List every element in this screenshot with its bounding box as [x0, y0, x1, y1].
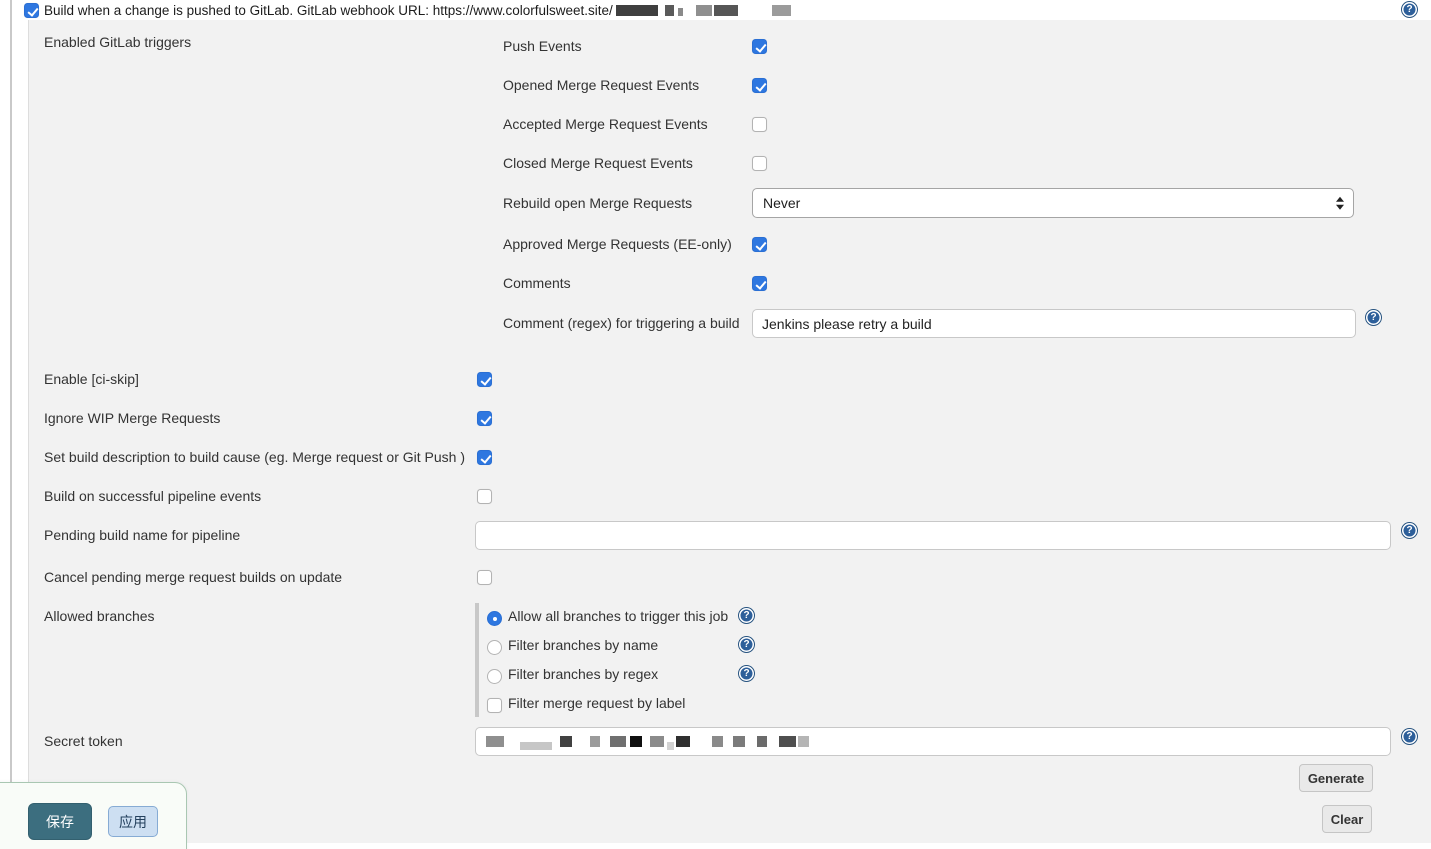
filter-mr-by-label-checkbox[interactable]	[487, 698, 502, 713]
comments-label: Comments	[503, 275, 571, 292]
push-events-label: Push Events	[503, 38, 582, 55]
secret-token-label: Secret token	[44, 733, 123, 750]
enable-ci-skip-label: Enable [ci-skip]	[44, 371, 139, 388]
filter-mr-by-label-label: Filter merge request by label	[508, 695, 685, 712]
trigger-settings-panel	[28, 20, 1431, 843]
build-when-pushed-checkbox[interactable]	[24, 3, 39, 18]
rebuild-open-mr-select[interactable]: Never	[752, 188, 1354, 218]
rebuild-open-mr-selected-value: Never	[763, 195, 800, 211]
help-icon[interactable]	[1402, 523, 1417, 538]
approved-mr-label: Approved Merge Requests (EE-only)	[503, 236, 732, 253]
closed-mr-events-label: Closed Merge Request Events	[503, 155, 693, 172]
help-icon[interactable]	[1366, 310, 1381, 325]
help-icon[interactable]	[739, 666, 754, 681]
filter-branches-by-name-label: Filter branches by name	[508, 637, 658, 654]
header-row: Build when a change is pushed to GitLab.…	[44, 0, 791, 20]
help-icon[interactable]	[1402, 2, 1417, 17]
enabled-triggers-label: Enabled GitLab triggers	[44, 34, 191, 51]
filter-branches-by-name-radio[interactable]	[487, 640, 502, 655]
comment-regex-label: Comment (regex) for triggering a build	[503, 315, 740, 332]
help-icon[interactable]	[739, 608, 754, 623]
help-icon[interactable]	[1402, 729, 1417, 744]
set-build-description-label: Set build description to build cause (eg…	[44, 449, 465, 466]
accepted-mr-events-checkbox[interactable]	[752, 117, 767, 132]
ignore-wip-mr-checkbox[interactable]	[477, 411, 492, 426]
select-stepper-icon	[1336, 197, 1344, 210]
pending-build-name-label: Pending build name for pipeline	[44, 527, 240, 544]
ignore-wip-mr-label: Ignore WIP Merge Requests	[44, 410, 220, 427]
allow-all-branches-radio[interactable]	[487, 611, 502, 626]
push-events-checkbox[interactable]	[752, 39, 767, 54]
filter-branches-by-regex-label: Filter branches by regex	[508, 666, 658, 683]
allow-all-branches-label: Allow all branches to trigger this job	[508, 608, 728, 625]
build-when-pushed-label: Build when a change is pushed to GitLab.…	[44, 3, 613, 18]
apply-button[interactable]: 应用	[108, 806, 158, 837]
redacted-token-segment	[486, 734, 809, 750]
allowed-branches-label: Allowed branches	[44, 608, 155, 625]
save-button[interactable]: 保存	[28, 803, 92, 840]
closed-mr-events-checkbox[interactable]	[752, 156, 767, 171]
accepted-mr-events-label: Accepted Merge Request Events	[503, 116, 708, 133]
set-build-description-checkbox[interactable]	[477, 450, 492, 465]
help-icon[interactable]	[739, 637, 754, 652]
cancel-pending-mr-checkbox[interactable]	[477, 570, 492, 585]
secret-token-input[interactable]	[475, 727, 1391, 756]
cancel-pending-mr-label: Cancel pending merge request builds on u…	[44, 569, 342, 586]
opened-mr-events-checkbox[interactable]	[752, 78, 767, 93]
enable-ci-skip-checkbox[interactable]	[477, 372, 492, 387]
generate-button[interactable]: Generate	[1299, 764, 1373, 792]
section-indent-line	[10, 0, 12, 782]
build-on-pipeline-label: Build on successful pipeline events	[44, 488, 261, 505]
redacted-url-segment	[616, 4, 791, 16]
opened-mr-events-label: Opened Merge Request Events	[503, 77, 699, 94]
radio-group-indent-bar	[475, 603, 479, 717]
pending-build-name-input[interactable]	[475, 521, 1391, 550]
comment-regex-input[interactable]	[752, 309, 1356, 338]
rebuild-open-mr-label: Rebuild open Merge Requests	[503, 195, 692, 212]
approved-mr-checkbox[interactable]	[752, 237, 767, 252]
clear-button[interactable]: Clear	[1322, 805, 1372, 833]
filter-branches-by-regex-radio[interactable]	[487, 669, 502, 684]
gitlab-trigger-config-page: Build when a change is pushed to GitLab.…	[0, 0, 1431, 849]
build-on-pipeline-checkbox[interactable]	[477, 489, 492, 504]
comments-checkbox[interactable]	[752, 276, 767, 291]
